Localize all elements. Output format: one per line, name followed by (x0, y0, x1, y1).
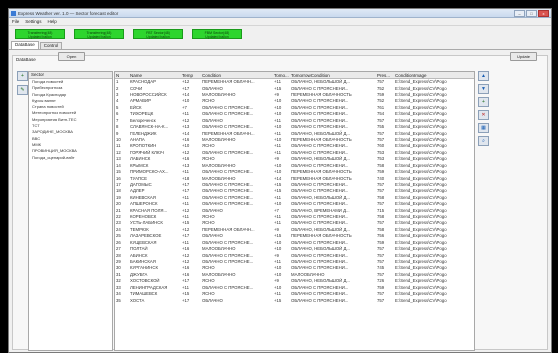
table-cell[interactable]: ОБЛАЧНО, НЕБОЛЬШОЙ Д... (290, 79, 376, 86)
table-cell[interactable]: ХОСТА (129, 297, 181, 303)
zoom-icon[interactable]: ⌕ (478, 136, 489, 146)
table-cell[interactable]: +12 (181, 79, 201, 86)
minimize-button[interactable]: – (514, 10, 525, 17)
panel-label: DataBase (16, 57, 36, 62)
table-row[interactable]: 35 ХОСТА +17 ОБЛАЧНО +15 ОБЛАЧНО С ПРОЯСНЕНИ.… (115, 297, 474, 303)
table-cell[interactable]: +15 (273, 297, 290, 303)
table-cell[interactable]: ПЕРЕМЕННАЯ ОБЛАЧН... (201, 79, 273, 86)
button-line2: Updated ballon (205, 35, 229, 39)
menu-help[interactable]: Help (48, 19, 57, 24)
tab-strip: DataBase Control (9, 41, 551, 50)
window-controls: – □ x (514, 10, 549, 17)
fbm-sector-button[interactable]: FBM Sector(48) Updated ballon (192, 29, 242, 39)
edit-sector-icon[interactable]: ✎ (17, 85, 28, 95)
title-bar: Express Weather ver. 1.0 — Sector foreca… (9, 9, 551, 18)
table-cell[interactable]: E:\Send_Express\CV\Pogo (394, 79, 474, 86)
table-cell[interactable]: E:\Send_Express\CV\Pogo (394, 297, 474, 303)
add-sector-icon[interactable]: + (17, 71, 28, 81)
table-cell[interactable]: 35 (115, 297, 129, 303)
menu-settings[interactable]: Settings (25, 19, 41, 24)
update-button[interactable]: Update (510, 52, 537, 61)
table-cell[interactable]: ОБЛАЧНО С ПРОЯСНЕНИ... (290, 297, 376, 303)
table-cell[interactable]: КРАСНОДАР (129, 79, 181, 86)
button-line2: Updated ballon (28, 35, 52, 39)
sector-toolbar: + ✎ (17, 71, 28, 95)
grid-toolbar: ▲ ▼ + ✕ ▦ ⌕ (478, 71, 489, 146)
menu-file[interactable]: File (12, 19, 19, 24)
delete-row-icon[interactable]: ✕ (478, 110, 489, 120)
table-cell[interactable]: +11 (273, 79, 290, 86)
move-up-icon[interactable]: ▲ (478, 71, 489, 81)
table-cell[interactable]: +17 (181, 297, 201, 303)
table-cell[interactable]: ОБЛАЧНО (201, 297, 273, 303)
transfer-status-button-2[interactable]: Transferring(48) Updated ballon (74, 29, 124, 39)
tab-database[interactable]: DataBase (11, 41, 39, 49)
fbt-sector-button[interactable]: FBT Sector(48) Updated ballon (133, 29, 183, 39)
button-line2: Updated ballon (146, 35, 170, 39)
sector-list[interactable]: Sector Погода новостей Прибеспрогноза Пого… (28, 71, 113, 351)
table-cell[interactable]: 757 (376, 79, 394, 86)
tab-control[interactable]: Control (39, 42, 63, 49)
city-weather-grid[interactable]: N Name Temp Condition Tomo... TomorrowConditi… (114, 71, 475, 351)
button-line2: Updated ballon (87, 35, 111, 39)
table-cell[interactable]: 1 (115, 79, 129, 86)
move-down-icon[interactable]: ▼ (478, 84, 489, 94)
menu-bar: File Settings Help (9, 18, 551, 26)
open-button[interactable]: Open (58, 52, 85, 61)
chart-icon[interactable]: ▦ (478, 123, 489, 133)
status-buttons-row: Transferring(48) Updated ballon Transfer… (9, 26, 551, 42)
sector-list-header[interactable]: Sector (29, 72, 112, 79)
close-button[interactable]: x (538, 10, 549, 17)
maximize-button[interactable]: □ (526, 10, 537, 17)
app-window: Express Weather ver. 1.0 — Sector foreca… (8, 8, 552, 353)
table-cell[interactable]: 757 (376, 297, 394, 303)
add-row-icon[interactable]: + (478, 97, 489, 107)
transfer-status-button-1[interactable]: Transferring(48) Updated ballon (15, 29, 65, 39)
app-icon (11, 10, 16, 16)
table-row[interactable]: 1 КРАСНОДАР +12 ПЕРЕМЕННАЯ ОБЛАЧН... +11 ОБЛА… (115, 79, 474, 86)
window-title: Express Weather ver. 1.0 — Sector foreca… (18, 10, 119, 16)
database-panel: DataBase Open Update + ✎ Sector Погода н… (12, 52, 548, 351)
sector-list-item[interactable]: Погода_сценарий-вэйт (29, 155, 112, 161)
